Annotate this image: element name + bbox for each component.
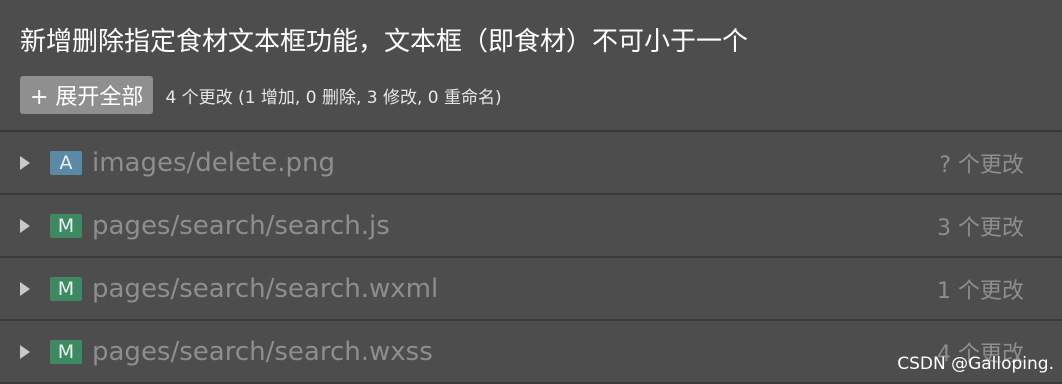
commit-summary-bar: + 展开全部 4 个更改 (1 增加, 0 删除, 3 修改, 0 重命名) <box>20 76 1042 114</box>
file-name: images/delete.png <box>92 147 335 178</box>
file-name: pages/search/search.wxss <box>92 336 433 367</box>
status-badge-added: A <box>50 150 82 175</box>
expand-caret-icon[interactable] <box>20 218 30 233</box>
file-row-search-wxml[interactable]: M pages/search/search.wxml 1 个更改 <box>0 258 1062 321</box>
status-badge-modified: M <box>50 339 82 364</box>
expand-caret-icon[interactable] <box>20 344 30 359</box>
change-summary: 4 个更改 (1 增加, 0 删除, 3 修改, 0 重命名) <box>165 87 502 108</box>
commit-title: 新增删除指定食材文本框功能，文本框（即食材）不可小于一个 <box>20 27 749 57</box>
expand-caret-icon[interactable] <box>20 155 30 170</box>
file-row-search-js[interactable]: M pages/search/search.js 3 个更改 <box>0 195 1062 258</box>
commit-header: 新增删除指定食材文本框功能，文本框（即食材）不可小于一个 + 展开全部 4 个更… <box>0 0 1062 130</box>
change-count: 1 个更改 <box>937 278 1024 304</box>
status-badge-modified: M <box>50 213 82 238</box>
change-count: ? 个更改 <box>939 152 1024 178</box>
changed-files-list: A images/delete.png ? 个更改 M pages/search… <box>0 130 1062 384</box>
file-name: pages/search/search.js <box>92 210 390 241</box>
status-badge-modified: M <box>50 276 82 301</box>
file-row-search-wxss[interactable]: M pages/search/search.wxss 4 个更改 <box>0 321 1062 384</box>
expand-all-button[interactable]: + 展开全部 <box>20 76 154 114</box>
change-count: 3 个更改 <box>937 215 1024 241</box>
expand-caret-icon[interactable] <box>20 281 30 296</box>
csdn-watermark: CSDN @Galloping. <box>897 354 1054 374</box>
file-row-delete-png[interactable]: A images/delete.png ? 个更改 <box>0 132 1062 195</box>
file-name: pages/search/search.wxml <box>92 273 439 304</box>
